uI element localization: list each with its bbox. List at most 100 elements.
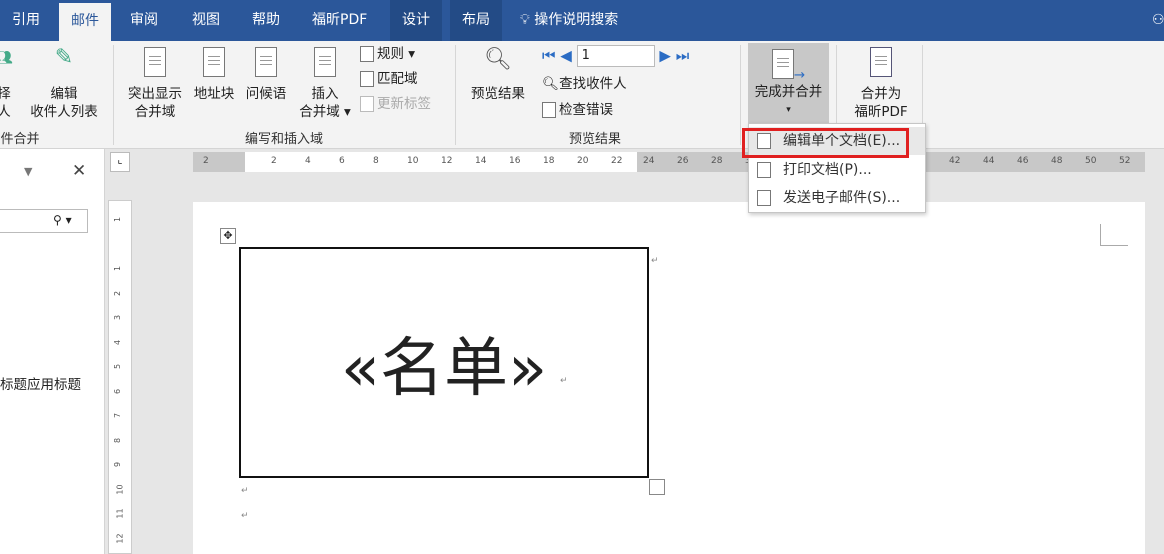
document-icon [255,47,277,77]
previous-record-button[interactable]: ◀ [560,47,572,65]
ruler-tick-label: 10 [407,156,419,166]
find-recipient-button[interactable]: 🔍︎查找收件人 [542,74,627,94]
vruler-tick-label: 12 [115,532,125,544]
check-errors-icon [542,102,556,118]
foxit-pdf-icon [870,47,892,77]
share-user-icon[interactable]: ⚇ [1140,0,1164,41]
finish-merge-button[interactable]: → 完成并合并 ▾ [748,43,829,125]
rules-icon [360,46,374,62]
match-fields-icon [360,71,374,87]
select-recipients-button[interactable]: 👥︎ 择 人 [0,49,14,121]
document-icon [144,47,166,77]
find-icon: 🔍︎ [542,76,560,92]
document-icon [203,47,225,77]
ruler-tick-label: 6 [339,156,345,166]
tab-selector-button[interactable]: ⌞ [110,152,130,172]
edit-list-icon: ✎ [54,45,74,70]
insert-merge-field-button[interactable]: 插入 合并域 ▾ [294,47,356,121]
check-errors-button[interactable]: 检查错误 [542,100,613,120]
tab-layout[interactable]: 布局 [450,0,502,41]
vruler-tick-label: 7 [113,412,123,419]
ruler-tick-label: 16 [509,156,521,166]
tab-foxit-pdf[interactable]: 福昕PDF [300,0,379,41]
people-icon: 👥︎ [0,50,13,66]
vruler-tick-label: 1 [113,216,123,223]
finish-merge-dropdown: 编辑单个文档(E)... 打印文档(P)... 发送电子邮件(S)... [742,123,926,213]
merge-field-name-list[interactable]: «名单» [241,317,647,409]
paragraph-mark: ↵ [651,256,659,266]
highlight-merge-fields-button[interactable]: 突出显示 合并域 [122,47,188,121]
tab-view[interactable]: 视图 [180,0,232,41]
horizontal-ruler[interactable]: 2246810121416182022242628303234363840424… [193,152,1145,172]
merge-to-foxit-pdf-button[interactable]: 合并为 福昕PDF [845,47,917,121]
vertical-ruler[interactable]: 1 1 2 3 4 5 6 7 8 9 10 11 12 [108,200,132,554]
pane-search-input[interactable]: ⚲ ▾ [0,209,88,233]
vruler-tick-label: 10 [115,483,125,495]
table-doc-icon [314,47,336,77]
paragraph-mark: ↵ [241,486,249,496]
ruler-tick-label: 52 [1119,156,1131,166]
document-table-cell[interactable]: «名单» [239,247,649,478]
record-number-input[interactable]: 1 [576,45,655,67]
tab-review[interactable]: 审阅 [118,0,170,41]
ruler-tick-label: 48 [1051,156,1063,166]
ruler-tick-label: 20 [577,156,589,166]
tab-mailings[interactable]: 邮件 [59,3,111,41]
rules-button[interactable]: 规则 ▾ [360,44,415,64]
next-record-button[interactable]: ▶ [659,47,671,65]
record-nav: ⏮︎ ◀ 1 ▶ ⏭︎ [542,45,689,67]
vruler-tick-label: 6 [113,388,123,394]
vruler-tick-label: 8 [113,437,123,443]
table-move-handle-icon[interactable]: ✥ [220,228,236,244]
menu-item-send-email[interactable]: 发送电子邮件(S)... [749,184,925,212]
lightbulb-icon: 💡︎ [520,12,530,28]
tab-references[interactable]: 引用 [0,0,52,41]
menu-item-edit-individual-documents[interactable]: 编辑单个文档(E)... [742,127,925,158]
ruler-tick-label: 28 [711,156,723,166]
ruler-tick-label: 22 [611,156,623,166]
preview-results-button[interactable]: 🔍︎ 预览结果 [464,47,532,103]
ruler-tick-label: 14 [475,156,487,166]
ruler-tick-label: 12 [441,156,453,166]
ruler-tick-label: 8 [373,156,379,166]
pane-hint-text: 标题应用标题 [0,377,81,393]
first-record-button[interactable]: ⏮︎ [542,47,556,65]
tab-design[interactable]: 设计 [390,0,442,41]
update-labels-button: 更新标签 [360,94,431,114]
ruler-tick-label: 42 [949,156,961,166]
vruler-tick-label: 9 [113,461,123,468]
address-block-button[interactable]: 地址块 [190,47,238,103]
paragraph-mark: ↵ [241,511,249,521]
email-icon [757,190,771,206]
search-label: 操作说明搜索 [534,12,619,28]
ruler-tick-label: 50 [1085,156,1097,166]
close-pane-button[interactable]: ✕ [72,161,86,181]
printer-icon [757,162,771,178]
edit-recipient-list-button[interactable]: ✎ 编辑 收件人列表 [24,45,104,121]
ruler-tick-label: 44 [983,156,995,166]
navigation-pane: ▼ ✕ ⚲ ▾ 标题应用标题 [0,149,105,554]
update-labels-icon [360,96,374,112]
last-record-button[interactable]: ⏭︎ [676,47,690,65]
table-resize-handle[interactable] [649,479,665,495]
greeting-line-button[interactable]: 问候语 [242,47,290,103]
ribbon: 👥︎ 择 人 ✎ 编辑 收件人列表 件合并 突出显示 合并域 地址块 问候语 插入 … [0,41,1164,149]
preview-magnifier-icon: 🔍︎ [484,47,512,72]
match-fields-button[interactable]: 匹配域 [360,69,418,89]
vruler-tick-label: 5 [113,363,123,370]
ruler-tick-label: 18 [543,156,555,166]
highlight-box [742,128,909,158]
group-label-write-insert: 编写和插入域 [244,132,323,147]
group-label-preview: 预览结果 [568,132,621,147]
ribbon-tab-bar: 引用 邮件 审阅 视图 帮助 福昕PDF 设计 布局 💡︎ 操作说明搜索 ⚇ [0,0,1164,41]
ruler-tick-label: 26 [677,156,689,166]
group-label-start-merge: 件合并 [0,132,40,147]
pane-options-icon[interactable]: ▼ [24,165,32,178]
menu-item-print-documents[interactable]: 打印文档(P)... [749,156,925,184]
tell-me-search[interactable]: 💡︎ 操作说明搜索 [508,0,630,41]
vruler-tick-label: 4 [113,339,123,345]
ruler-tick-label: 2 [203,156,209,166]
vruler-tick-label: 3 [113,314,123,321]
vruler-tick-label: 11 [115,508,125,519]
tab-help[interactable]: 帮助 [240,0,292,41]
